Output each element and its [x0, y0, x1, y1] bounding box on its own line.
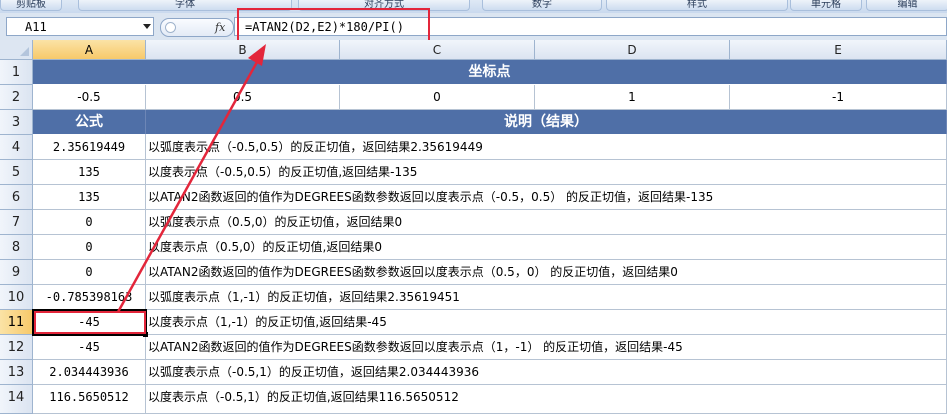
- cell-a6[interactable]: 135: [33, 185, 146, 210]
- row-header-9[interactable]: 9: [0, 260, 33, 285]
- row-header-5[interactable]: 5: [0, 160, 33, 185]
- cell-b4[interactable]: 以弧度表示点（-0.5,0.5）的反正切值，返回结果2.35619449: [146, 135, 947, 160]
- row-header-13[interactable]: 13: [0, 360, 33, 385]
- select-all-button[interactable]: [0, 40, 33, 60]
- fill-handle[interactable]: [143, 332, 148, 337]
- title-cell[interactable]: 坐标点: [33, 60, 947, 85]
- cell-a9[interactable]: 0: [33, 260, 146, 285]
- name-box[interactable]: A11: [6, 17, 154, 36]
- row-header-6[interactable]: 6: [0, 185, 33, 210]
- cell-a8[interactable]: 0: [33, 235, 146, 260]
- formula-header-cell[interactable]: 公式: [33, 110, 146, 135]
- ribbon-group-alignment[interactable]: 对齐方式: [298, 0, 470, 11]
- row-header-2[interactable]: 2: [0, 85, 33, 110]
- cell-d2[interactable]: 1: [535, 85, 730, 110]
- column-header-e[interactable]: E: [730, 40, 947, 60]
- row-header-1[interactable]: 1: [0, 60, 33, 85]
- cell-b2[interactable]: 0.5: [146, 85, 340, 110]
- column-header-d[interactable]: D: [535, 40, 730, 60]
- cell-a12[interactable]: -45: [33, 335, 146, 360]
- row-header-8[interactable]: 8: [0, 235, 33, 260]
- cell-a2[interactable]: -0.5: [33, 85, 146, 110]
- cell-b11[interactable]: 以度表示点（1,-1）的反正切值,返回结果-45: [146, 310, 947, 335]
- row-header-3[interactable]: 3: [0, 110, 33, 135]
- cell-c2[interactable]: 0: [340, 85, 535, 110]
- ribbon-group-number[interactable]: 数字: [482, 0, 602, 11]
- row-header-7[interactable]: 7: [0, 210, 33, 235]
- row-header-11[interactable]: 11: [0, 310, 33, 335]
- select-all-icon: [20, 47, 29, 56]
- cell-b14[interactable]: 以度表示点（-0.5,1）的反正切值,返回结果116.5650512: [146, 385, 947, 414]
- cell-b8[interactable]: 以度表示点（0.5,0）的反正切值,返回结果0: [146, 235, 947, 260]
- cell-a13[interactable]: 2.034443936: [33, 360, 146, 385]
- insert-function-icon[interactable]: fx: [215, 19, 225, 36]
- column-header-b[interactable]: B: [146, 40, 340, 60]
- cell-b10[interactable]: 以弧度表示点（1,-1）的反正切值，返回结果2.35619451: [146, 285, 947, 310]
- cell-a7[interactable]: 0: [33, 210, 146, 235]
- formula-bar: A11 fx =ATAN2(D2,E2)*180/PI(): [0, 13, 947, 41]
- ribbon-group-font[interactable]: 字体: [78, 0, 292, 11]
- ribbon-group-styles[interactable]: 样式: [606, 0, 788, 11]
- ribbon: 剪贴板 字体 对齐方式 数字 样式 单元格 编辑: [0, 0, 947, 14]
- cell-e2[interactable]: -1: [730, 85, 947, 110]
- row-header-10[interactable]: 10: [0, 285, 33, 310]
- formula-bar-controls: fx: [160, 18, 234, 37]
- cell-b12[interactable]: 以ATAN2函数返回的值作为DEGREES函数参数返回以度表示点（1，-1） 的…: [146, 335, 947, 360]
- chevron-down-icon[interactable]: [143, 24, 151, 29]
- cell-b6[interactable]: 以ATAN2函数返回的值作为DEGREES函数参数返回以度表示点（-0.5，0.…: [146, 185, 947, 210]
- column-header-a[interactable]: A: [33, 40, 146, 60]
- cell-b9[interactable]: 以ATAN2函数返回的值作为DEGREES函数参数返回以度表示点（0.5，0） …: [146, 260, 947, 285]
- ribbon-group-cells[interactable]: 单元格: [790, 0, 862, 11]
- expand-icon[interactable]: [165, 22, 176, 33]
- ribbon-group-editing[interactable]: 编辑: [866, 0, 947, 11]
- column-header-c[interactable]: C: [340, 40, 535, 60]
- cell-a10[interactable]: -0.785398163: [33, 285, 146, 310]
- cell-b5[interactable]: 以度表示点（-0.5,0.5）的反正切值,返回结果-135: [146, 160, 947, 185]
- cell-a4[interactable]: 2.35619449: [33, 135, 146, 160]
- cell-a5[interactable]: 135: [33, 160, 146, 185]
- ribbon-group-clipboard[interactable]: 剪贴板: [0, 0, 62, 11]
- cell-a11[interactable]: -45: [33, 310, 146, 335]
- cell-b13[interactable]: 以弧度表示点（-0.5,1）的反正切值，返回结果2.034443936: [146, 360, 947, 385]
- cell-a14[interactable]: 116.5650512: [33, 385, 146, 414]
- row-header-4[interactable]: 4: [0, 135, 33, 160]
- row-header-14[interactable]: 14: [0, 385, 33, 414]
- row-header-12[interactable]: 12: [0, 335, 33, 360]
- formula-input[interactable]: =ATAN2(D2,E2)*180/PI(): [234, 17, 947, 36]
- description-header-cell[interactable]: 说明（结果）: [146, 110, 947, 135]
- cell-b7[interactable]: 以弧度表示点（0.5,0）的反正切值，返回结果0: [146, 210, 947, 235]
